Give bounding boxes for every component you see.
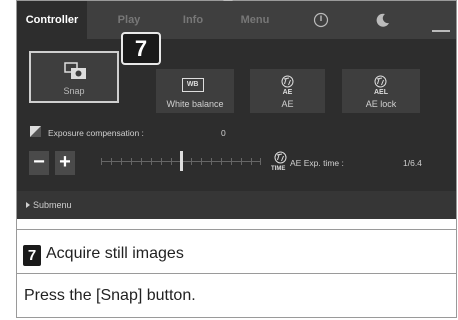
tab-bar: Controller Play Info Menu	[17, 1, 456, 39]
plus-button[interactable]: +	[55, 151, 75, 175]
tab-controller[interactable]: Controller	[17, 1, 87, 39]
camera-icon	[64, 62, 86, 79]
wb-icon: WB	[181, 78, 204, 92]
submenu-label: Submenu	[33, 200, 72, 210]
white-balance-label: White balance	[166, 99, 224, 109]
aperture-icon	[281, 75, 294, 88]
slider-thumb[interactable]	[180, 151, 183, 171]
moon-icon[interactable]	[375, 12, 391, 28]
divider	[17, 229, 456, 230]
step-title: Acquire still images	[46, 245, 184, 262]
callout-badge: 7	[121, 32, 161, 65]
exposure-value: 0	[221, 128, 226, 138]
step-description: Press the [Snap] button.	[24, 287, 196, 304]
white-balance-button[interactable]: WB White balance	[156, 69, 234, 113]
controller-panel: Controller Play Info Menu Snap 7 WB Whit…	[17, 1, 456, 219]
expand-arrow-icon	[26, 202, 30, 208]
snap-button[interactable]: Snap	[29, 51, 119, 103]
aperture-icon	[374, 75, 387, 88]
submenu-bar[interactable]: Submenu	[17, 191, 456, 219]
ae-lock-icon-text: AEL	[374, 89, 388, 96]
ae-lock-label: AE lock	[365, 99, 397, 109]
ae-exp-time-value: 1/6.4	[403, 158, 422, 168]
ae-exp-time-label: AE Exp. time :	[290, 158, 344, 168]
tab-menu[interactable]: Menu	[225, 1, 285, 39]
power-icon[interactable]	[313, 12, 329, 28]
divider	[17, 273, 456, 274]
snap-label: Snap	[63, 86, 85, 96]
step-badge: 7	[23, 245, 41, 266]
ae-button[interactable]: AE AE	[250, 69, 325, 113]
ae-icon-text: AE	[282, 89, 293, 96]
exposure-icon	[30, 126, 41, 137]
ae-lock-button[interactable]: AEL AE lock	[342, 69, 420, 113]
minimize-icon[interactable]	[432, 30, 450, 32]
ae-label: AE	[281, 99, 294, 109]
minus-button[interactable]: −	[29, 151, 49, 175]
tab-info[interactable]: Info	[165, 1, 221, 39]
exposure-label: Exposure compensation :	[48, 128, 144, 138]
time-icon-text: TIME	[271, 166, 286, 172]
aperture-icon	[274, 151, 287, 164]
